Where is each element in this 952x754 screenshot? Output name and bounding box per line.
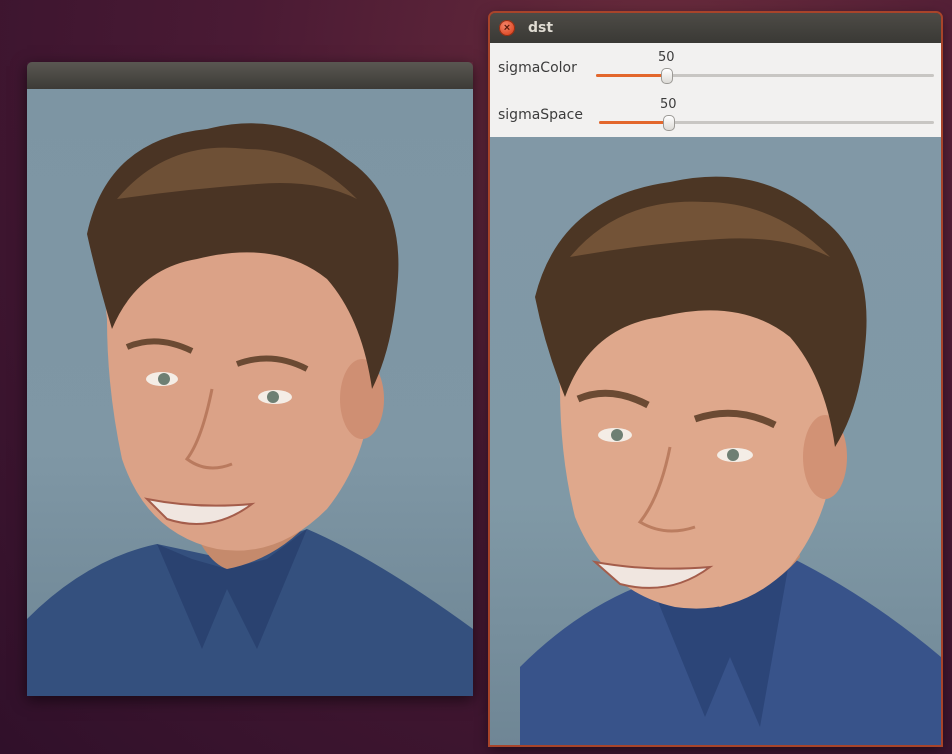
dst-window-titlebar[interactable]: × dst	[490, 13, 941, 43]
source-window	[27, 62, 473, 696]
source-image	[27, 89, 473, 696]
trackbar-sigma-color: 50 sigmaColor	[490, 43, 941, 90]
sigma-color-slider[interactable]	[596, 68, 934, 84]
sigma-color-label: sigmaColor	[498, 60, 577, 76]
sigma-color-slider-handle[interactable]	[661, 68, 673, 84]
sigma-space-value: 50	[660, 97, 677, 112]
dst-window: × dst 50 sigmaColor 50 sigmaSpace	[488, 11, 943, 747]
sigma-space-slider[interactable]	[599, 115, 934, 131]
source-window-titlebar[interactable]	[27, 62, 473, 89]
sigma-space-slider-fill	[599, 121, 667, 124]
sigma-color-slider-fill	[596, 74, 665, 77]
filtered-portrait-illustration	[520, 176, 941, 745]
close-icon[interactable]: ×	[499, 20, 515, 36]
sigma-space-label: sigmaSpace	[498, 107, 583, 123]
portrait-illustration	[27, 123, 473, 696]
trackbar-panel: 50 sigmaColor 50 sigmaSpace	[490, 43, 941, 137]
dst-image	[490, 137, 941, 745]
sigma-space-slider-handle[interactable]	[663, 115, 675, 131]
trackbar-sigma-space: 50 sigmaSpace	[490, 90, 941, 137]
sigma-color-value: 50	[658, 50, 675, 65]
dst-window-title: dst	[528, 20, 554, 36]
